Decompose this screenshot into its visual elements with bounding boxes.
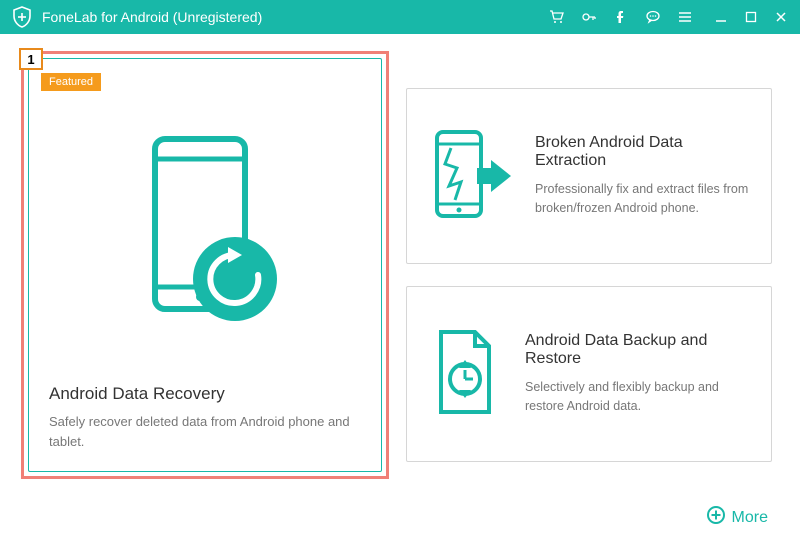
menu-icon[interactable]: [676, 8, 694, 26]
maximize-button[interactable]: [742, 8, 760, 26]
card-title: Android Data Recovery: [49, 384, 361, 404]
card-desc: Safely recover deleted data from Android…: [49, 412, 361, 451]
close-button[interactable]: [772, 8, 790, 26]
minimize-button[interactable]: [712, 8, 730, 26]
app-window: FoneLab for Android (Unregistered): [0, 0, 800, 536]
more-button[interactable]: More: [706, 505, 768, 530]
right-column: Broken Android Data Extraction Professio…: [406, 58, 772, 528]
titlebar-toolbar: [548, 8, 694, 26]
card-text: Android Data Backup and Restore Selectiv…: [525, 332, 751, 416]
featured-badge: Featured: [41, 73, 101, 91]
card-desc: Professionally fix and extract files fro…: [535, 180, 751, 218]
card-title: Android Data Backup and Restore: [525, 332, 751, 368]
plus-circle-icon: [706, 505, 726, 530]
feedback-icon[interactable]: [644, 8, 662, 26]
card-backup-restore[interactable]: Android Data Backup and Restore Selectiv…: [406, 286, 772, 462]
card-title: Broken Android Data Extraction: [535, 134, 751, 170]
main-content: 1 Featured Android Data Recovery: [0, 34, 800, 536]
recovery-icon: [49, 89, 361, 378]
backup-file-icon: [427, 324, 507, 424]
cart-icon[interactable]: [548, 8, 566, 26]
app-logo-icon: [10, 5, 34, 29]
app-title: FoneLab for Android (Unregistered): [42, 9, 262, 25]
card-android-data-recovery[interactable]: Featured Android Data Recovery Safely re…: [28, 58, 382, 472]
key-icon[interactable]: [580, 8, 598, 26]
card-text: Broken Android Data Extraction Professio…: [535, 134, 751, 218]
step-1-annotation: 1: [19, 48, 43, 70]
more-label: More: [732, 509, 768, 527]
left-column: 1 Featured Android Data Recovery: [28, 58, 382, 528]
titlebar[interactable]: FoneLab for Android (Unregistered): [0, 0, 800, 34]
broken-phone-icon: [427, 126, 517, 226]
facebook-icon[interactable]: [612, 8, 630, 26]
card-desc: Selectively and flexibly backup and rest…: [525, 378, 751, 416]
window-controls: [712, 8, 790, 26]
card-broken-extraction[interactable]: Broken Android Data Extraction Professio…: [406, 88, 772, 264]
